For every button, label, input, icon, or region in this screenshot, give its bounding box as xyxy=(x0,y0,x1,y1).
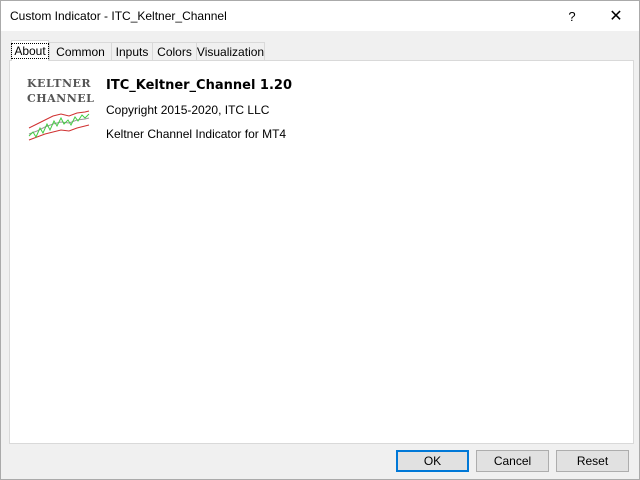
close-button[interactable]: ✕ xyxy=(593,1,639,31)
tab-label: About xyxy=(11,43,49,59)
window-title: Custom Indicator - ITC_Keltner_Channel xyxy=(10,9,227,23)
help-icon: ? xyxy=(568,8,576,24)
dialog-window: Custom Indicator - ITC_Keltner_Channel ?… xyxy=(0,0,640,480)
cancel-button[interactable]: Cancel xyxy=(476,450,549,472)
logo-line-2: CHANNEL xyxy=(27,92,95,105)
tab-inputs[interactable]: Inputs xyxy=(111,42,153,60)
description-text: Keltner Channel Indicator for MT4 xyxy=(106,127,287,141)
tab-about[interactable]: About xyxy=(11,40,49,61)
tab-strip: About Common Inputs Colors Visualization xyxy=(9,40,635,61)
tab-label: Visualization xyxy=(196,44,265,59)
tab-visualization[interactable]: Visualization xyxy=(196,42,265,60)
copyright-text: Copyright 2015-2020, ITC LLC xyxy=(106,103,270,117)
indicator-name: ITC_Keltner_Channel 1.20 xyxy=(106,78,293,93)
tab-label: Colors xyxy=(157,44,192,59)
about-panel: KELTNER CHANNEL ITC_Keltner_Channel 1.20… xyxy=(9,60,634,444)
tab-colors[interactable]: Colors xyxy=(152,42,197,60)
tab-label: Inputs xyxy=(115,44,149,59)
tab-label: Common xyxy=(56,44,105,59)
close-icon: ✕ xyxy=(609,8,623,25)
logo-line-1: KELTNER xyxy=(27,77,92,90)
help-button[interactable]: ? xyxy=(549,1,595,31)
reset-button[interactable]: Reset xyxy=(556,450,629,472)
keltner-chart-icon xyxy=(28,110,90,141)
tab-common[interactable]: Common xyxy=(49,42,112,60)
ok-button[interactable]: OK xyxy=(396,450,469,472)
title-bar[interactable]: Custom Indicator - ITC_Keltner_Channel ?… xyxy=(1,1,639,31)
indicator-logo: KELTNER CHANNEL xyxy=(27,76,95,142)
